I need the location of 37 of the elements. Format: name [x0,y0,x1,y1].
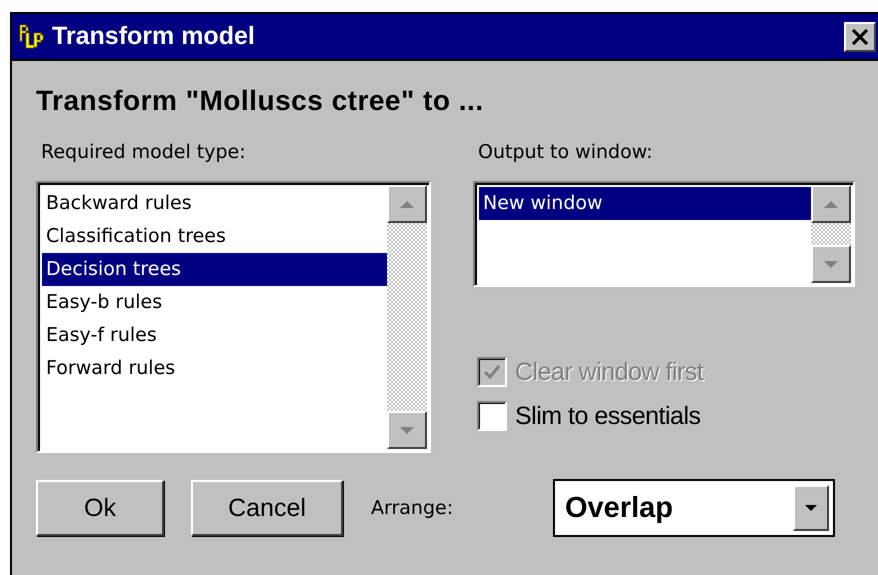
checkbox-label: Clear window first [515,358,704,386]
dialog-heading: Transform "Molluscs ctree" to ... [36,85,485,117]
output-window-label: Output to window: [478,141,654,165]
list-item[interactable]: Backward rules [42,187,387,220]
checkmark-icon [483,364,501,380]
list-item[interactable]: New window [479,187,811,220]
scroll-track[interactable] [811,223,851,245]
up-arrow-icon [823,200,839,208]
output-window-list[interactable]: New window [473,181,855,287]
logo-icon [18,22,46,50]
up-arrow-icon [399,200,415,208]
checkbox[interactable] [477,401,507,431]
model-type-list[interactable]: Backward rules Classification trees Decision trees Easy-b rules Easy-f rules Forward rules [36,181,431,453]
window-title: Transform model [52,22,255,51]
cancel-button[interactable]: Cancel [191,480,343,536]
scroll-up-button[interactable] [387,185,427,223]
list-item[interactable]: Decision trees [42,253,387,286]
list-item[interactable]: Classification trees [42,220,387,253]
list-item[interactable]: Easy-b rules [42,286,387,319]
scroll-up-button[interactable] [811,185,851,223]
list-item[interactable]: Forward rules [42,352,387,385]
down-arrow-icon [399,426,415,434]
scrollbar[interactable] [811,183,853,285]
close-button[interactable] [844,22,876,52]
arrange-dropdown[interactable]: Overlap [553,479,835,537]
scrollbar[interactable] [387,183,429,451]
scroll-down-button[interactable] [811,245,851,283]
dropdown-button[interactable] [793,485,829,531]
ok-button[interactable]: Ok [36,480,164,536]
down-arrow-icon [823,260,839,268]
scroll-down-button[interactable] [387,411,427,449]
caret-icon [804,504,818,512]
model-type-label: Required model type: [41,141,247,165]
arrange-label: Arrange: [371,497,454,519]
checkbox-label: Slim to essentials [515,402,701,430]
list-item[interactable]: Easy-f rules [42,319,387,352]
close-icon [849,26,871,46]
